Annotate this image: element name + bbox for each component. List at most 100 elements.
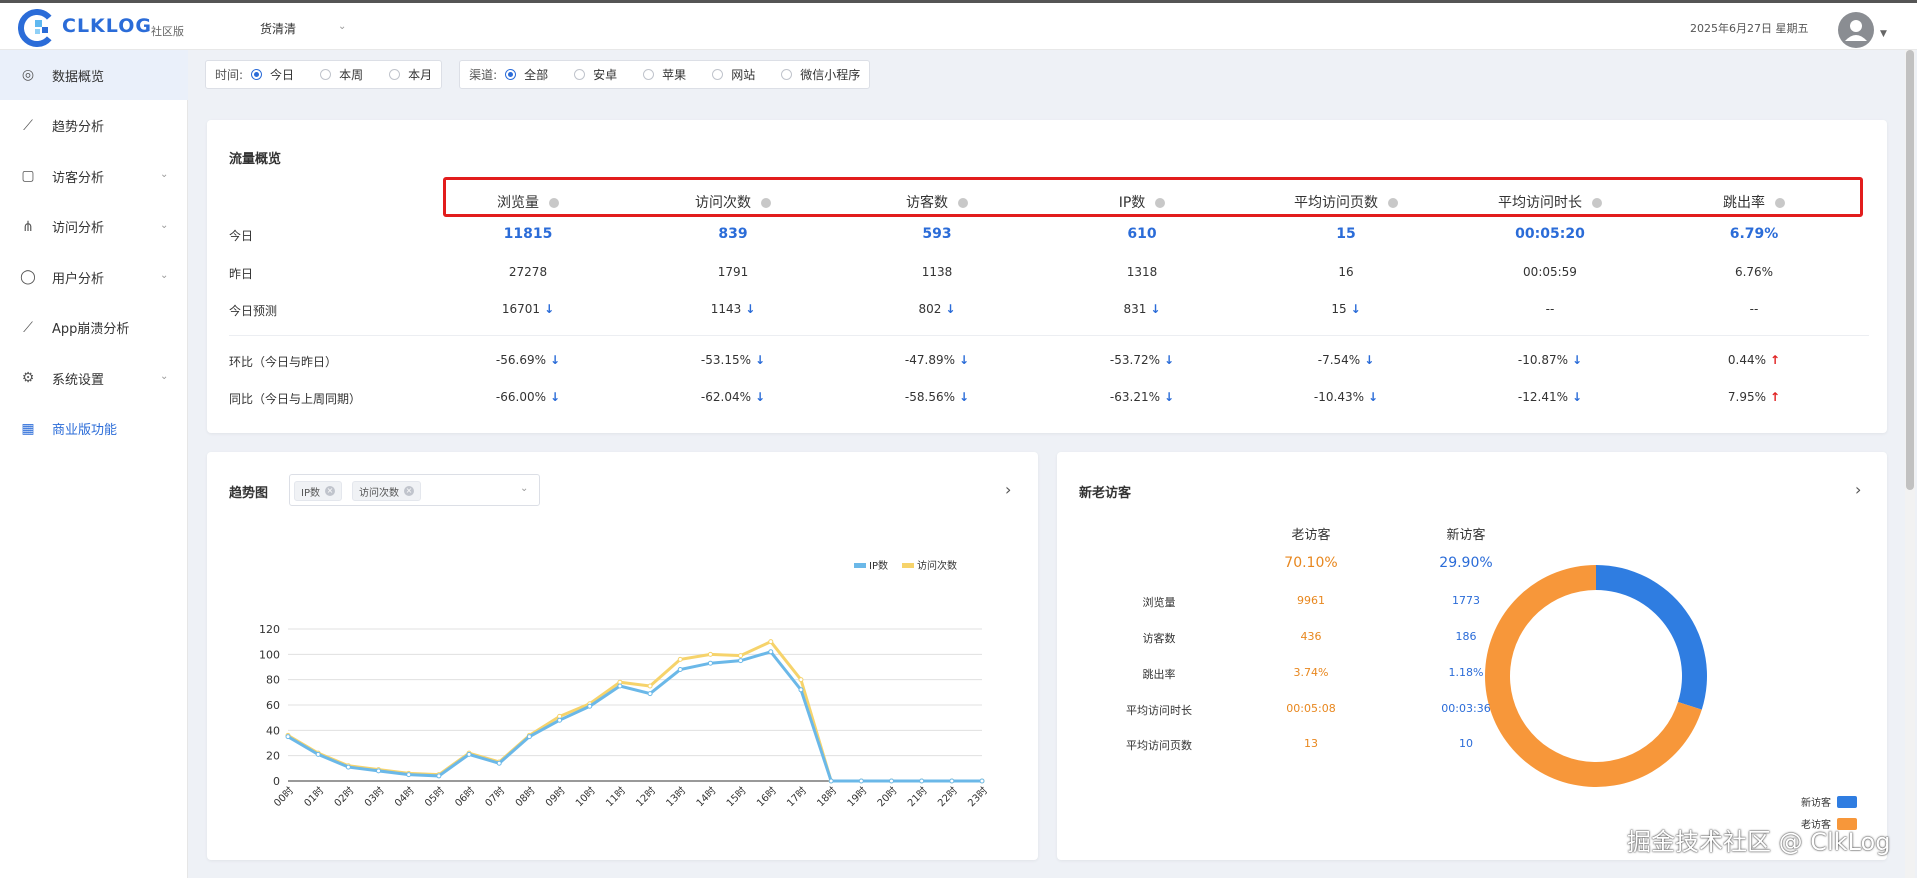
cell-value: 610 xyxy=(1127,226,1157,242)
filter-bar: 时间: 今日 本周 本月 渠道: 全部 安卓 苹果 网站 微信小程序 xyxy=(205,60,871,89)
sidebar-item-label: App崩溃分析 xyxy=(52,322,130,337)
help-icon[interactable] xyxy=(1155,198,1166,208)
old-visitor-value: 436 xyxy=(1300,630,1322,643)
sidebar: ◎ 数据概览 ⟋ 趋势分析 ▢ 访客分析 ⌄ ⋔ 访问分析 ⌄ ◯ 用户分析 ⌄ ⟋ App崩溃分析 ⚙ 系统设… xyxy=(0,50,188,878)
time-filter: 时间: 今日 本周 本月 xyxy=(205,60,443,89)
data-point xyxy=(557,717,563,723)
radio-icon xyxy=(712,69,724,80)
caret-down-icon[interactable]: ▼ xyxy=(1880,29,1887,39)
channel-option-3[interactable]: 网站 xyxy=(712,66,755,83)
cell-value: -62.04% xyxy=(700,390,752,404)
table-cell: 00:05:59 xyxy=(1448,265,1652,279)
table-cell: 6.76% xyxy=(1652,265,1856,279)
data-point xyxy=(888,778,894,784)
data-point xyxy=(496,760,502,766)
radio-icon xyxy=(389,69,401,80)
data-point xyxy=(315,751,321,757)
data-point xyxy=(919,778,925,784)
x-tick-label: 11时 xyxy=(603,785,628,810)
arrow-up-icon: ↑ xyxy=(1770,353,1781,367)
column-header: 平均访问时长 xyxy=(1448,192,1652,212)
table-cell: 1143 ↓ xyxy=(631,302,835,316)
x-tick-label: 19时 xyxy=(845,785,870,810)
user-avatar-icon xyxy=(1845,20,1867,41)
column-header: 访问次数 xyxy=(631,192,835,212)
time-option-1[interactable]: 本周 xyxy=(320,66,363,83)
sidebar-item-1[interactable]: ⟋ 趋势分析 xyxy=(0,101,188,151)
new-visitor-value: 10 xyxy=(1459,737,1473,750)
help-icon[interactable] xyxy=(1592,198,1602,208)
data-point xyxy=(677,656,683,662)
project-selector[interactable]: 货清清 xyxy=(260,20,296,37)
cell-value: -47.89% xyxy=(904,353,956,367)
arrow-down-icon: ↓ xyxy=(1164,390,1175,404)
radio-label: 网站 xyxy=(731,68,756,82)
edition-label: 社区版 xyxy=(151,25,184,38)
x-tick-label: 05时 xyxy=(422,785,447,810)
legend-label[interactable]: IP数 xyxy=(869,559,888,572)
avatar[interactable] xyxy=(1838,12,1874,48)
sidebar-item-2[interactable]: ▢ 访客分析 ⌄ xyxy=(0,151,188,201)
arrow-up-icon: ↑ xyxy=(1770,390,1781,404)
channel-option-1[interactable]: 安卓 xyxy=(574,66,617,83)
help-icon[interactable] xyxy=(958,198,968,208)
cell-value: -7.54% xyxy=(1317,353,1361,367)
sidebar-item-7[interactable]: ▦ 商业版功能 xyxy=(0,404,188,454)
clklog-logo-icon[interactable] xyxy=(18,9,56,47)
sidebar-item-5[interactable]: ⟋ App崩溃分析 xyxy=(0,303,188,353)
sidebar-item-label: 商业版功能 xyxy=(52,423,118,438)
old-visitor-value: 00:05:08 xyxy=(1286,702,1336,715)
table-cell: 1318 xyxy=(1040,265,1244,279)
cell-value: -53.15% xyxy=(700,353,752,367)
arrow-down-icon: ↓ xyxy=(550,390,561,404)
data-point xyxy=(949,778,955,784)
channel-option-0[interactable]: 全部 xyxy=(505,66,548,83)
help-icon[interactable] xyxy=(1775,198,1785,208)
donut-slice-new[interactable] xyxy=(1596,565,1707,710)
traffic-overview-card: 流量概览 浏览量 访问次数 访客数 IP数 平均访问页数 平均访问时长 跳出率 今日 11815… xyxy=(207,120,1887,433)
table-cell: 15 ↓ xyxy=(1244,302,1448,316)
scrollbar-thumb[interactable] xyxy=(1906,50,1914,490)
channel-option-2[interactable]: 苹果 xyxy=(643,66,686,83)
cell-value: 1791 xyxy=(717,265,749,279)
chevron-down-icon[interactable]: ⌄ xyxy=(338,21,346,32)
user-icon: ◯ xyxy=(20,269,36,285)
hierarchy-icon: ⋔ xyxy=(22,218,34,235)
page-scrollbar[interactable] xyxy=(1905,50,1915,878)
sidebar-item-4[interactable]: ◯ 用户分析 ⌄ xyxy=(0,252,188,302)
table-cell: 16 xyxy=(1244,265,1448,279)
time-option-0[interactable]: 今日 xyxy=(251,66,294,83)
radio-label: 安卓 xyxy=(593,68,618,82)
data-point xyxy=(406,772,412,778)
column-header: IP数 xyxy=(1040,192,1244,212)
x-tick-label: 08时 xyxy=(513,785,538,810)
help-icon[interactable] xyxy=(1388,198,1398,208)
sidebar-item-0[interactable]: ◎ 数据概览 xyxy=(0,50,188,100)
cell-value: -10.87% xyxy=(1517,353,1569,367)
data-point xyxy=(436,773,442,779)
new-visitor-value: 186 xyxy=(1455,630,1477,643)
help-icon[interactable] xyxy=(761,198,771,208)
series-line xyxy=(287,639,982,783)
table-cell: -- xyxy=(1652,302,1856,316)
x-tick-label: 20时 xyxy=(875,785,900,810)
table-cell: 1138 xyxy=(835,265,1039,279)
cell-value: 27278 xyxy=(508,265,548,279)
x-tick-label: 22时 xyxy=(935,785,960,810)
sidebar-item-3[interactable]: ⋔ 访问分析 ⌄ xyxy=(0,202,188,252)
cell-value: 802 xyxy=(918,302,942,316)
legend-label[interactable]: 访问次数 xyxy=(917,559,957,572)
trend-chart-icon: ⟋ xyxy=(23,117,33,134)
time-option-2[interactable]: 本月 xyxy=(389,66,432,83)
table-cell: -12.41% ↓ xyxy=(1448,390,1652,404)
radio-label: 今日 xyxy=(270,68,295,82)
channel-option-4[interactable]: 微信小程序 xyxy=(781,66,860,83)
help-icon[interactable] xyxy=(549,198,559,208)
sidebar-item-6[interactable]: ⚙ 系统设置 ⌄ xyxy=(0,353,188,403)
x-tick-label: 23时 xyxy=(966,785,991,810)
y-tick-label: 40 xyxy=(266,724,280,737)
arrow-down-icon: ↓ xyxy=(1150,302,1161,316)
y-tick-label: 120 xyxy=(259,623,280,636)
table-cell: 831 ↓ xyxy=(1040,302,1244,316)
radio-icon xyxy=(505,69,517,80)
